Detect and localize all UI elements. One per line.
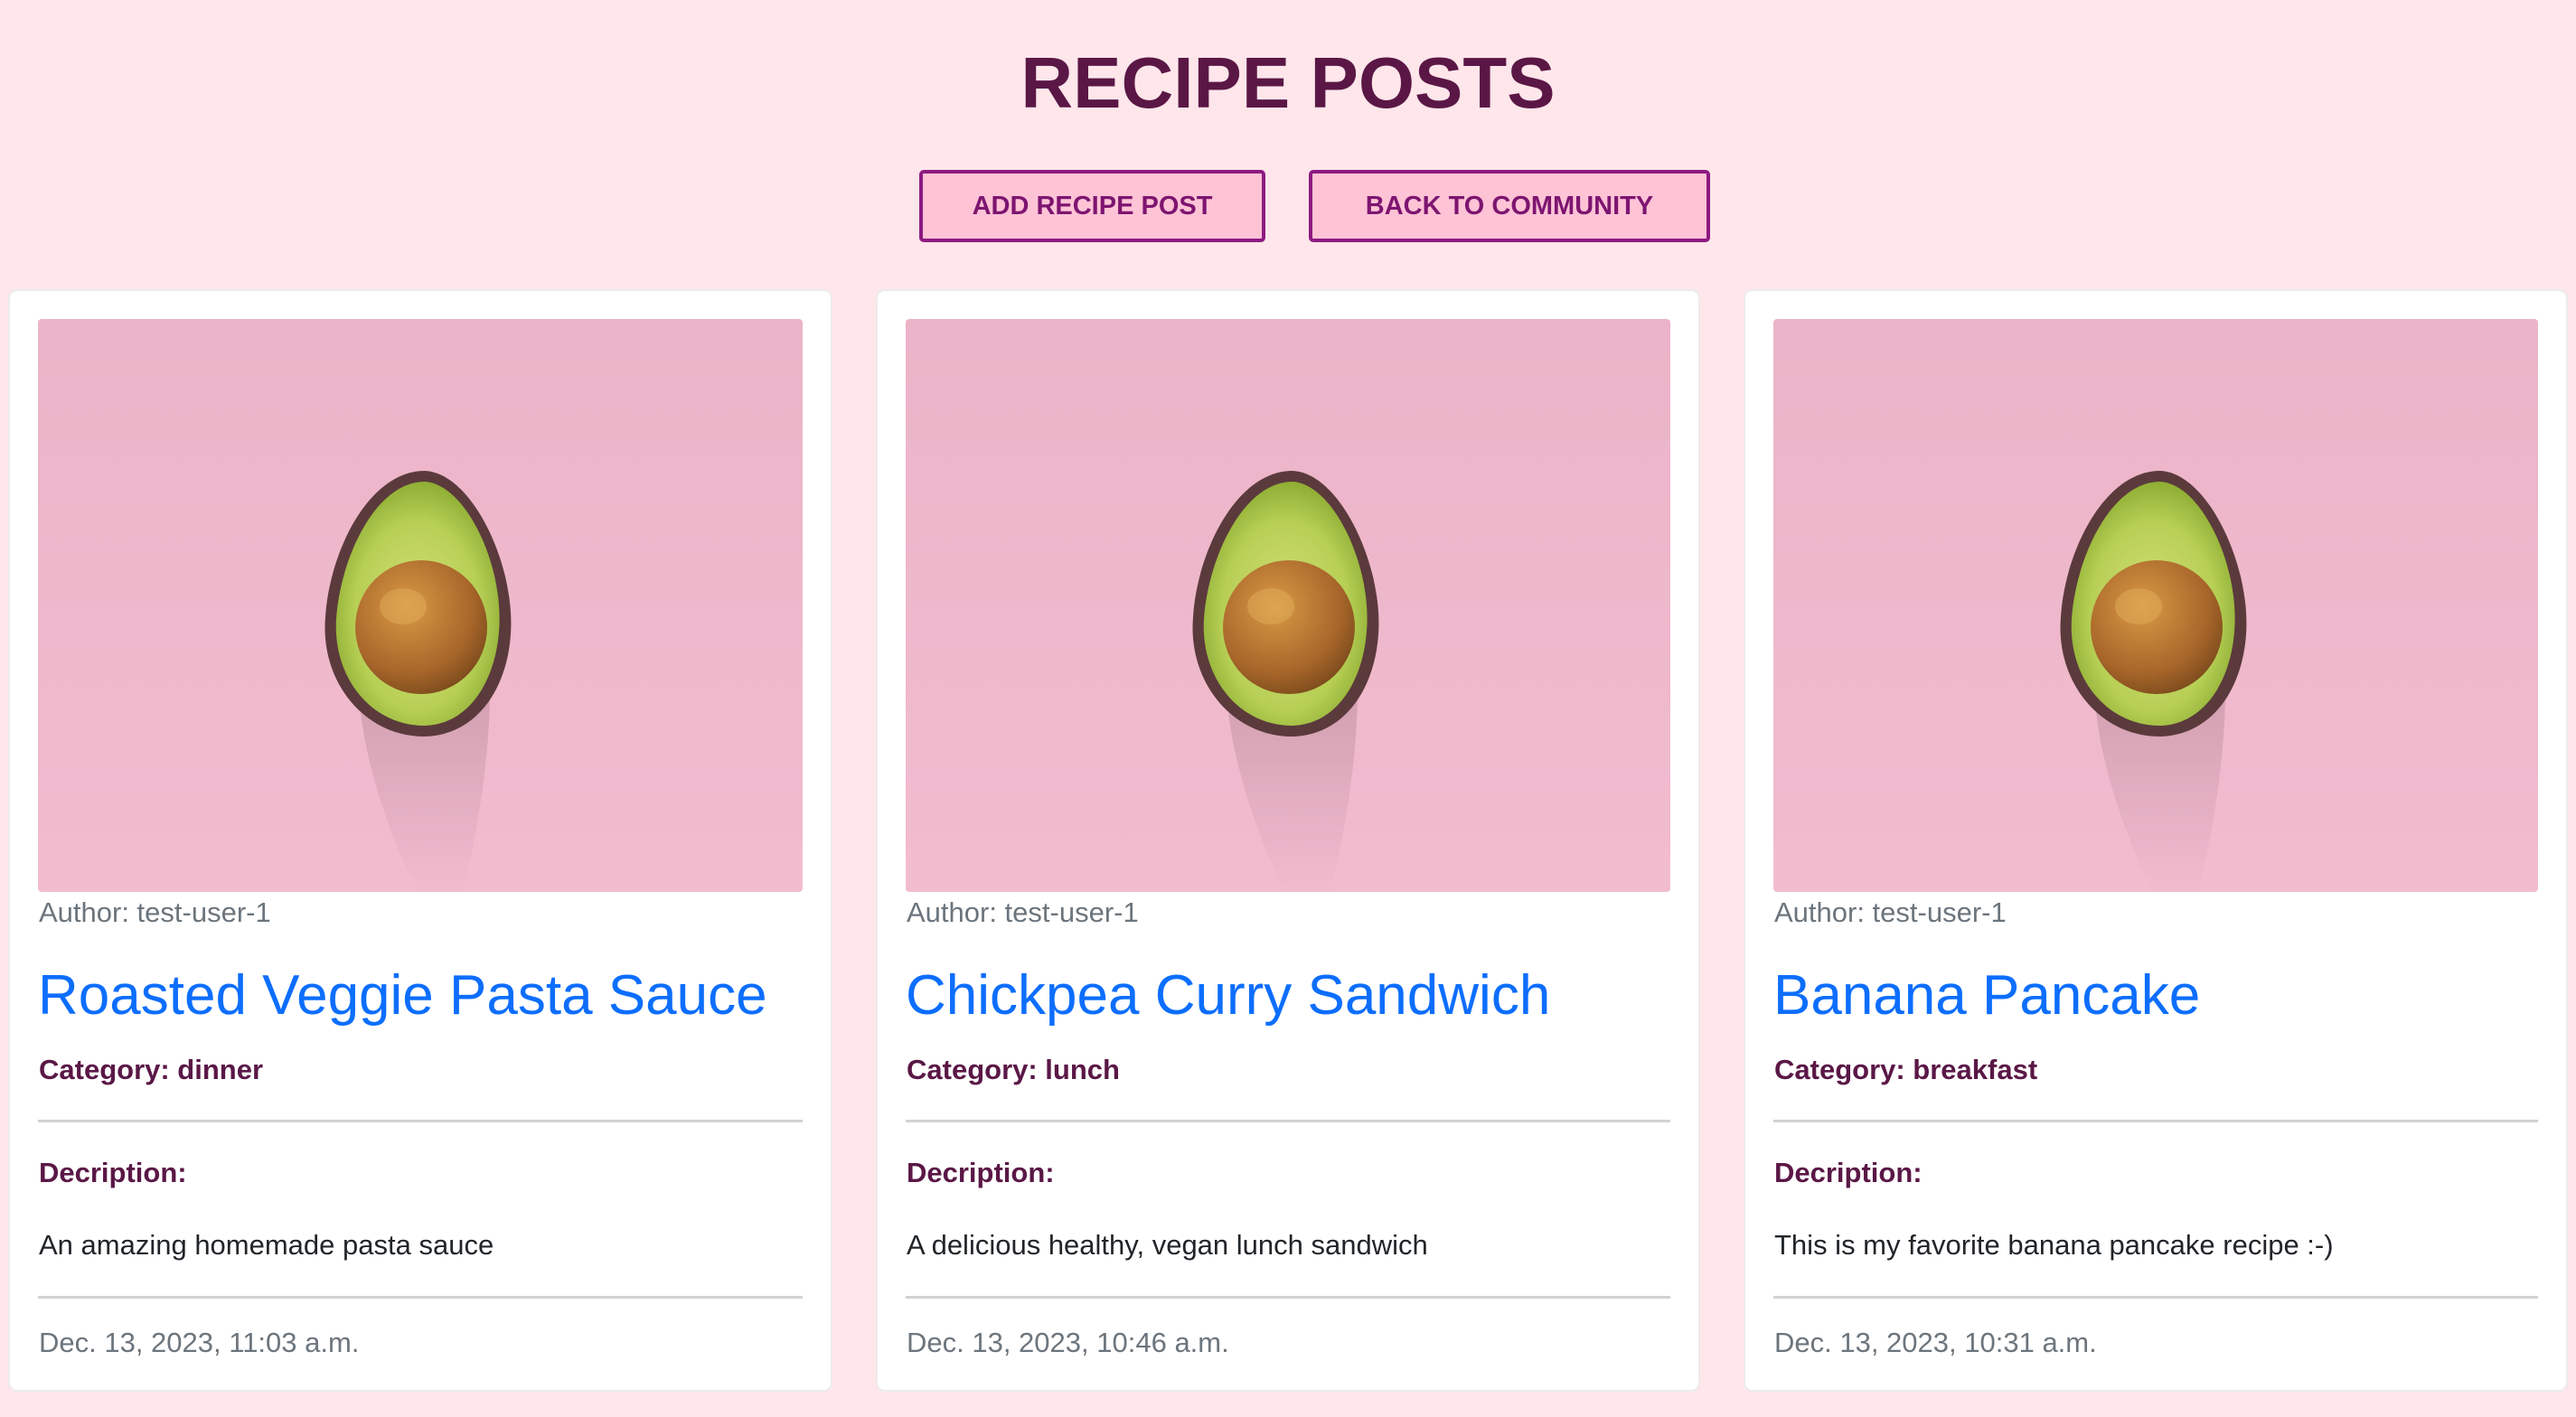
post-author: Author: test-user-1: [1774, 896, 2007, 928]
recipe-title-link[interactable]: Chickpea Curry Sandwich: [906, 960, 1550, 1032]
recipe-image[interactable]: [1773, 319, 2538, 892]
post-date: Dec. 13, 2023, 11:03 a.m.: [39, 1327, 360, 1358]
post-date: Dec. 13, 2023, 10:46 a.m.: [907, 1327, 1229, 1358]
post-description: An amazing homemade pasta sauce: [39, 1229, 494, 1261]
recipe-title-link[interactable]: Roasted Veggie Pasta Sauce: [38, 960, 767, 1032]
recipe-card: Author: test-user-1 Roasted Veggie Pasta…: [8, 289, 832, 1392]
recipe-card: Author: test-user-1 Banana Pancake Categ…: [1744, 289, 2568, 1392]
divider: [38, 1120, 803, 1122]
divider: [1773, 1296, 2538, 1299]
divider: [38, 1296, 803, 1299]
divider: [1773, 1120, 2538, 1122]
description-label: Decription:: [907, 1157, 1055, 1188]
post-author: Author: test-user-1: [39, 896, 271, 928]
divider: [906, 1296, 1670, 1299]
recipe-title-link[interactable]: Banana Pancake: [1773, 960, 2200, 1032]
post-date: Dec. 13, 2023, 10:31 a.m.: [1774, 1327, 2097, 1358]
recipe-image[interactable]: [38, 319, 803, 892]
post-category: Category: dinner: [39, 1054, 264, 1085]
post-description: This is my favorite banana pancake recip…: [1774, 1229, 2334, 1261]
page-title: RECIPE POSTS: [1020, 42, 1556, 123]
post-author: Author: test-user-1: [907, 896, 1139, 928]
description-label: Decription:: [1774, 1157, 1923, 1188]
post-description: A delicious healthy, vegan lunch sandwic…: [907, 1229, 1428, 1261]
description-label: Decription:: [39, 1157, 187, 1188]
divider: [906, 1120, 1670, 1122]
post-category: Category: lunch: [907, 1054, 1120, 1085]
back-to-community-button[interactable]: BACK TO COMMUNITY: [1309, 170, 1710, 242]
post-category: Category: breakfast: [1774, 1054, 2038, 1085]
recipe-card: Author: test-user-1 Chickpea Curry Sandw…: [876, 289, 1700, 1392]
recipe-image[interactable]: [906, 319, 1670, 892]
add-recipe-post-button[interactable]: ADD RECIPE POST: [919, 170, 1265, 242]
